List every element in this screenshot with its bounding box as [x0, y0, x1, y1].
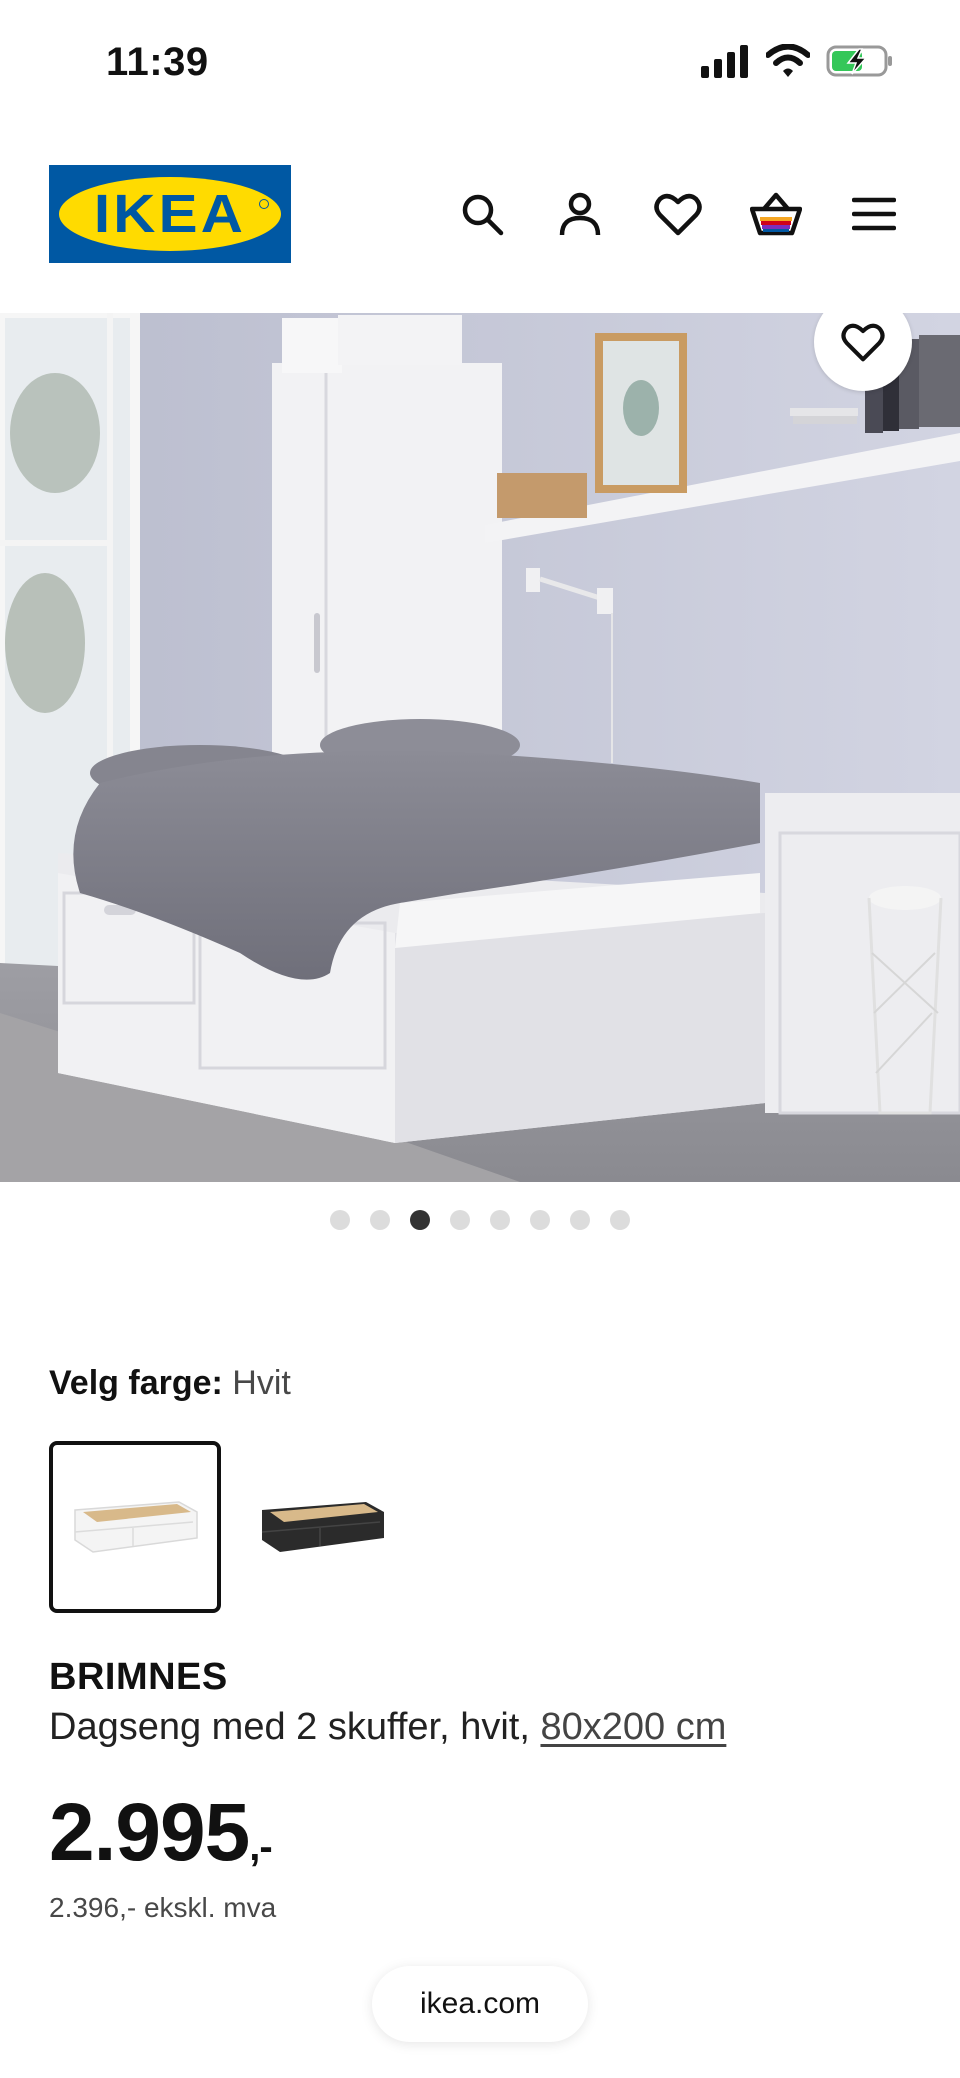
- color-swatch-black[interactable]: [236, 1441, 408, 1613]
- account-icon[interactable]: [552, 186, 608, 242]
- carousel-dot[interactable]: [570, 1210, 590, 1230]
- carousel-dot-active[interactable]: [410, 1210, 430, 1230]
- battery-charging-icon: [826, 44, 894, 83]
- carousel-dot[interactable]: [330, 1210, 350, 1230]
- logo-text: IKEA: [93, 184, 247, 244]
- product-size-link[interactable]: 80x200 cm: [540, 1706, 726, 1748]
- black-daybed-thumbnail: [261, 1502, 384, 1552]
- status-bar: 11:39: [0, 0, 960, 120]
- carousel-dot[interactable]: [370, 1210, 390, 1230]
- ikea-logo[interactable]: IKEA: [49, 165, 291, 263]
- heart-icon[interactable]: [650, 186, 706, 242]
- status-icons: [700, 43, 894, 83]
- shopping-bag-icon[interactable]: [748, 186, 804, 242]
- color-label-prefix: Velg farge:: [49, 1364, 223, 1402]
- status-time: 11:39: [106, 40, 209, 84]
- product-price: 2.995,-: [49, 1786, 273, 1880]
- carousel-indicator: [0, 1210, 960, 1230]
- product-description: Dagseng med 2 skuffer, hvit, 80x200 cm: [49, 1706, 726, 1749]
- header-actions: [454, 186, 902, 242]
- carousel-dot[interactable]: [610, 1210, 630, 1230]
- site-header: IKEA: [0, 150, 960, 280]
- product-image[interactable]: [0, 313, 960, 1182]
- product-name: BRIMNES: [49, 1656, 228, 1698]
- white-daybed-thumbnail: [74, 1501, 198, 1553]
- bedroom-illustration: [0, 313, 960, 1182]
- color-swatch-white[interactable]: [49, 1441, 221, 1613]
- menu-icon[interactable]: [846, 186, 902, 242]
- selected-color-value: Hvit: [232, 1364, 291, 1402]
- search-icon[interactable]: [454, 186, 510, 242]
- color-selector-label: Velg farge: Hvit: [49, 1364, 291, 1403]
- carousel-dot[interactable]: [450, 1210, 470, 1230]
- registered-mark: [259, 199, 269, 209]
- heart-icon: [841, 323, 885, 362]
- wifi-icon: [765, 43, 811, 83]
- carousel-dot[interactable]: [530, 1210, 550, 1230]
- cellular-signal-icon: [700, 44, 750, 83]
- browser-url-bar[interactable]: ikea.com: [372, 1966, 588, 2042]
- price-amount: 2.995: [49, 1787, 250, 1878]
- price-suffix: ,-: [249, 1825, 272, 1869]
- carousel-dot[interactable]: [490, 1210, 510, 1230]
- price-excluding-vat: 2.396,- ekskl. mva: [49, 1892, 277, 1923]
- product-description-text: Dagseng med 2 skuffer, hvit,: [49, 1706, 541, 1748]
